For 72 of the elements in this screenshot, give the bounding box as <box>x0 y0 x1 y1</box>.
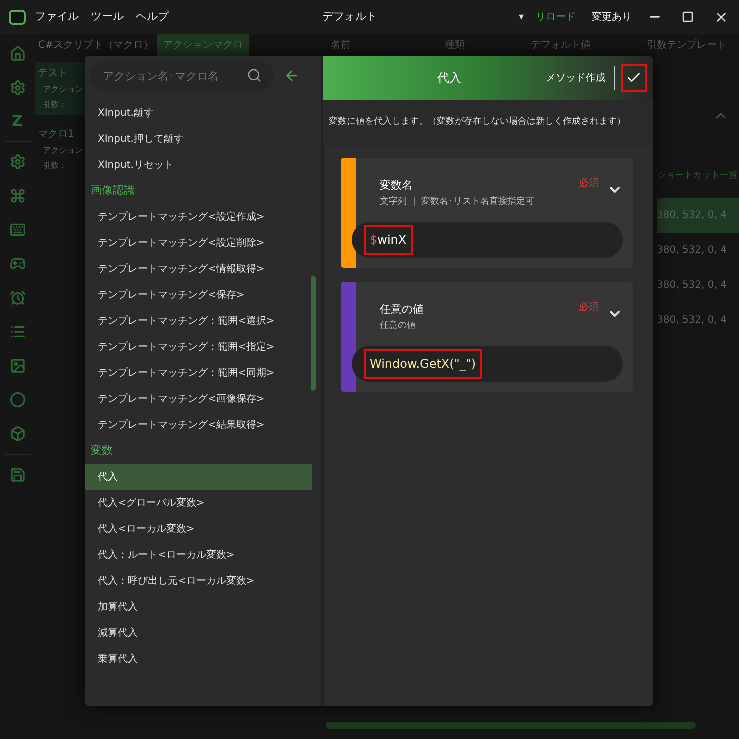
cube-icon[interactable] <box>10 426 26 442</box>
create-method-button[interactable]: メソッド作成 <box>546 70 614 86</box>
column-header: 種類 <box>445 38 466 52</box>
app-logo-icon <box>9 10 26 24</box>
macro-name: マクロ1 <box>38 128 76 142</box>
column-header: デフォルト値 <box>531 38 592 52</box>
profile-name: デフォルト <box>322 8 378 25</box>
action-list-item[interactable]: 代入<ローカル変数> <box>85 516 312 542</box>
action-list-item[interactable]: 加算代入 <box>85 594 312 620</box>
action-list-item[interactable]: テンプレートマッチング<設定作成> <box>85 204 312 230</box>
image-icon[interactable] <box>10 358 26 374</box>
action-list-item[interactable]: 代入 <box>85 464 312 490</box>
action-list-item[interactable]: テンプレートマッチング<保存> <box>85 282 312 308</box>
parameter-value: Window.GetX("_") <box>364 348 482 378</box>
action-list-item[interactable]: テンプレートマッチング：範囲<同期> <box>85 360 312 386</box>
action-list-item[interactable]: テンプレートマッチング<設定削除> <box>85 230 312 256</box>
action-list-item[interactable]: XInput.押して離す <box>85 126 312 152</box>
macro-card[interactable]: マクロ1 アクション 引数： <box>35 123 85 176</box>
macro-args: 引数： <box>42 99 68 111</box>
action-list-item[interactable]: XInput.離す <box>85 100 312 126</box>
parameter-name: 任意の値 <box>380 302 425 318</box>
list-icon[interactable] <box>10 324 26 340</box>
action-list-item[interactable]: テンプレートマッチング<結果取得> <box>85 412 312 438</box>
maximize-icon[interactable] <box>682 11 694 23</box>
home-icon[interactable] <box>10 46 26 62</box>
horizontal-scrollbar[interactable] <box>326 722 696 729</box>
parameter-input[interactable]: Window.GetX("_") <box>352 346 623 382</box>
column-header: 引数テンプレート <box>647 38 727 52</box>
list-scrollbar-thumb[interactable] <box>311 276 316 391</box>
action-list-item[interactable]: テンプレートマッチング<情報取得> <box>85 256 312 282</box>
change-status: 変更あり <box>592 10 632 24</box>
search-icon[interactable] <box>247 68 262 83</box>
macro-name: テスト <box>38 67 69 81</box>
back-arrow-icon[interactable] <box>284 68 300 84</box>
circle-icon[interactable] <box>10 392 26 408</box>
action-list-item[interactable]: 乗算代入 <box>85 646 312 672</box>
dialog-title: 代入 <box>436 70 462 87</box>
reload-button[interactable]: リロード <box>536 10 576 24</box>
menu-item[interactable]: ヘルプ <box>136 8 169 26</box>
menu-item[interactable]: ファイル <box>35 8 79 26</box>
required-label: 必須 <box>579 300 599 314</box>
save-icon[interactable] <box>10 467 26 483</box>
keyboard-icon[interactable] <box>10 222 26 238</box>
macro-action: アクション <box>42 145 84 157</box>
parameter-name: 変数名 <box>380 178 414 194</box>
parameter-type: 任意の値 <box>380 320 417 333</box>
parameter-type: 文字列 ｜ 変数名･リスト名直接指定可 <box>380 196 536 209</box>
alarm-clock-icon[interactable] <box>10 290 26 306</box>
category-label: 変数 <box>90 442 114 459</box>
parameter-input[interactable]: $winX <box>352 222 623 258</box>
confirm-button[interactable] <box>621 64 647 92</box>
gamepad-icon[interactable] <box>10 256 26 272</box>
action-list-item[interactable]: テンプレートマッチング：範囲<選択> <box>85 308 312 334</box>
settings-icon[interactable] <box>10 154 26 170</box>
parameter-value: $winX <box>364 224 413 254</box>
category-label: 画像認識 <box>90 182 136 199</box>
column-header: 名前 <box>331 38 352 52</box>
macro-action: アクション <box>42 84 84 96</box>
action-list-item[interactable]: 減算代入 <box>85 620 312 646</box>
action-list-item[interactable]: 代入<グローバル変数> <box>85 490 312 516</box>
command-icon[interactable] <box>10 188 26 204</box>
settings-icon[interactable] <box>10 80 26 96</box>
action-list-item[interactable]: 代入：呼び出し元<ローカル変数> <box>85 568 312 594</box>
menu-item[interactable]: ツール <box>91 8 124 26</box>
profile-dropdown[interactable]: ▾ <box>518 10 524 24</box>
required-label: 必須 <box>579 176 599 190</box>
action-list-item[interactable]: 代入：ルート<ローカル変数> <box>85 542 312 568</box>
action-list-item[interactable]: XInput.リセット <box>85 152 312 178</box>
macro-args: 引数： <box>42 160 68 172</box>
action-list-item[interactable]: テンプレートマッチング<画像保存> <box>85 386 312 412</box>
action-list-item[interactable]: テンプレートマッチング：範囲<指定> <box>85 334 312 360</box>
search-field[interactable]: アクション名･マクロ名 <box>91 61 274 91</box>
